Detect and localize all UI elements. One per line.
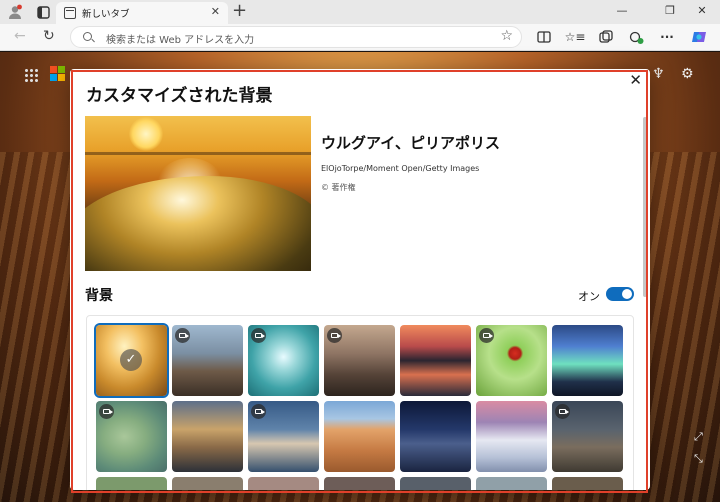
- restore-icon[interactable]: ❐: [662, 4, 678, 17]
- copilot-icon[interactable]: [691, 29, 707, 45]
- thumbnail-row3-2[interactable]: [172, 477, 243, 490]
- window-close-icon[interactable]: ✕: [694, 4, 710, 17]
- favorite-star-icon[interactable]: ☆: [500, 28, 513, 44]
- thumbnail-misty-mountains[interactable]: [324, 325, 395, 396]
- address-bar[interactable]: 検索または Web アドレスを入力 ☆: [70, 26, 522, 48]
- favorites-icon[interactable]: ☆≡: [565, 29, 586, 45]
- collections-icon[interactable]: [598, 29, 614, 45]
- thumbnail-ladybug-leaf[interactable]: [476, 325, 547, 396]
- microsoft-logo: [50, 66, 65, 81]
- apps-grid-icon[interactable]: [24, 68, 38, 82]
- featured-background-copyright[interactable]: © 著作権: [321, 182, 356, 193]
- address-placeholder: 検索または Web アドレスを入力: [106, 35, 255, 46]
- video-camera-icon: [251, 404, 266, 419]
- tab-favicon-icon: [64, 7, 76, 19]
- thumbnail-row3-7[interactable]: [552, 477, 623, 490]
- thumbnail-coastal-town[interactable]: [172, 401, 243, 472]
- workspaces-icon[interactable]: [34, 3, 52, 21]
- video-camera-icon: [327, 328, 342, 343]
- profile-icon[interactable]: [6, 3, 24, 21]
- thumbnail-storm-clouds[interactable]: [552, 401, 623, 472]
- expand-icon[interactable]: ⤢: [694, 430, 703, 444]
- background-gallery: ✓: [86, 315, 634, 490]
- thumbnail-ocean-wave-sunset[interactable]: ✓: [96, 325, 167, 396]
- new-tab-icon[interactable]: +: [232, 1, 247, 21]
- thumbnail-row3-4[interactable]: [324, 477, 395, 490]
- extensions-icon[interactable]: [628, 29, 644, 45]
- rewards-icon[interactable]: ♆: [652, 66, 665, 82]
- background-toggle[interactable]: [606, 287, 634, 301]
- video-camera-icon: [175, 328, 190, 343]
- thumbnail-mountain-lake-sunset[interactable]: [400, 325, 471, 396]
- thumbnail-water-drop[interactable]: [248, 325, 319, 396]
- thumbnail-city-canal[interactable]: [172, 325, 243, 396]
- thumbnail-row3-6[interactable]: [476, 477, 547, 490]
- back-icon[interactable]: ←: [14, 28, 26, 44]
- thumbnail-row3-1[interactable]: [96, 477, 167, 490]
- toggle-label: オン: [578, 290, 600, 303]
- thumbnail-island-city[interactable]: [248, 401, 319, 472]
- thumbnail-aerial-map[interactable]: [96, 401, 167, 472]
- tab-strip: 新しいタブ ✕ + — ❐ ✕: [0, 0, 720, 24]
- thumbnail-snowy-slopes[interactable]: [476, 401, 547, 472]
- search-icon: [83, 32, 92, 41]
- tab-title: 新しいタブ: [82, 9, 130, 20]
- thumbnail-row3-5[interactable]: [400, 477, 471, 490]
- video-camera-icon: [99, 404, 114, 419]
- thumbnail-desert-dunes[interactable]: [324, 401, 395, 472]
- fullscreen-icon[interactable]: ⤡: [694, 452, 703, 466]
- video-camera-icon: [555, 404, 570, 419]
- close-icon[interactable]: ✕: [211, 5, 220, 18]
- refresh-icon[interactable]: ↻: [43, 28, 55, 44]
- video-camera-icon: [479, 328, 494, 343]
- thumbnail-row3-3[interactable]: [248, 477, 319, 490]
- thumbnail-aurora-borealis[interactable]: [552, 325, 623, 396]
- settings-gear-icon[interactable]: ⚙: [681, 66, 694, 82]
- split-screen-icon[interactable]: [536, 29, 552, 45]
- background-section-title: 背景: [85, 288, 113, 304]
- featured-background-credit: ElOjoTorpe/Moment Open/Getty Images: [321, 164, 480, 173]
- tab-new-tab[interactable]: 新しいタブ ✕: [56, 2, 228, 24]
- dialog-scrollbar[interactable]: [643, 117, 647, 297]
- more-icon[interactable]: ···: [659, 29, 675, 45]
- checkmark-icon: ✓: [120, 349, 142, 371]
- close-icon[interactable]: ✕: [629, 71, 642, 89]
- minimize-icon[interactable]: —: [614, 4, 630, 17]
- featured-background-image: [85, 116, 311, 271]
- video-camera-icon: [251, 328, 266, 343]
- thumbnail-milky-way-peaks[interactable]: [400, 401, 471, 472]
- dialog-title: カスタマイズされた背景: [86, 86, 273, 106]
- custom-background-dialog: カスタマイズされた背景 ✕ ウルグアイ、ピリアポリス ElOjoTorpe/Mo…: [70, 69, 650, 490]
- browser-toolbar: ← ↻ 検索または Web アドレスを入力 ☆ ☆≡ ···: [0, 24, 720, 51]
- featured-background-title: ウルグアイ、ピリアポリス: [321, 134, 500, 152]
